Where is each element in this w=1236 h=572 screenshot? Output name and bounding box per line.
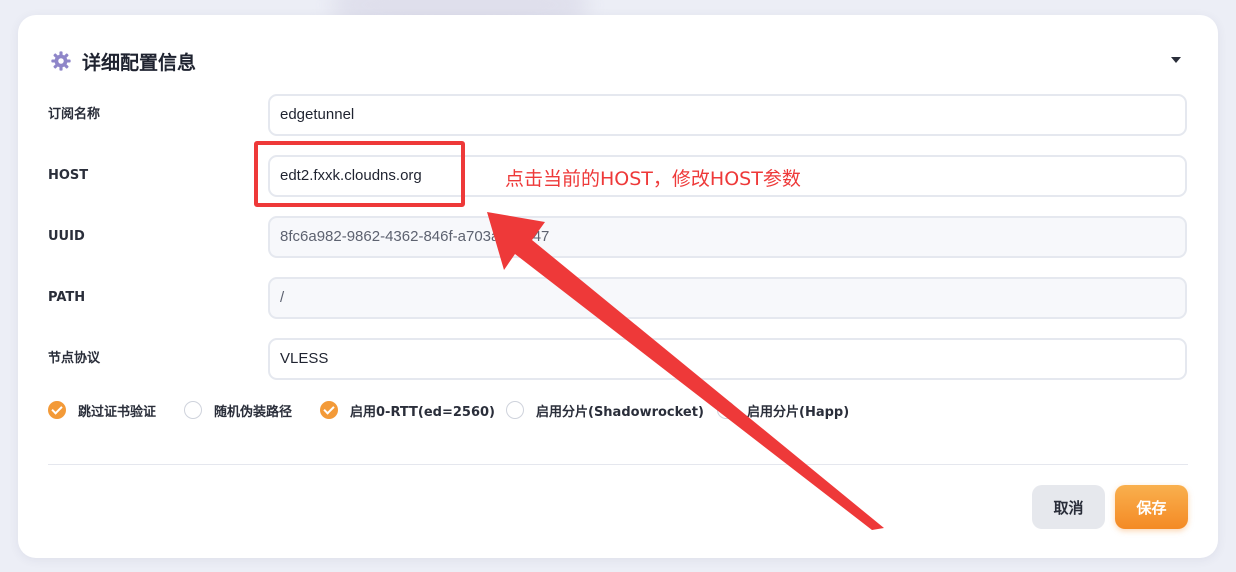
collapse-caret-icon[interactable] <box>1171 57 1181 63</box>
option-label: 随机伪装路径 <box>214 404 293 420</box>
subscription-name-input[interactable]: edgetunnel <box>268 94 1187 136</box>
option-label: 启用分片(Shadowrocket) <box>536 404 704 420</box>
checkbox[interactable] <box>320 401 338 419</box>
option-label: 启用分片(Happ) <box>747 404 850 420</box>
cancel-button[interactable]: 取消 <box>1032 485 1105 529</box>
option-label: 跳过证书验证 <box>78 404 157 420</box>
checkbox[interactable] <box>717 401 735 419</box>
gear-icon <box>51 51 71 71</box>
option-0rtt[interactable]: 启用0-RTT(ed=2560) <box>320 399 495 421</box>
option-label: 启用0-RTT(ed=2560) <box>350 404 495 420</box>
option-random-path[interactable]: 随机伪装路径 <box>184 399 292 421</box>
option-fragment-shadowrocket[interactable]: 启用分片(Shadowrocket) <box>506 399 704 421</box>
label-protocol: 节点协议 <box>48 351 101 366</box>
annotation-highlight-box <box>254 141 465 207</box>
checkbox[interactable] <box>506 401 524 419</box>
path-input[interactable]: / <box>268 277 1187 319</box>
option-skip-cert-verify[interactable]: 跳过证书验证 <box>48 399 156 421</box>
label-host: HOST <box>48 168 89 183</box>
protocol-input[interactable]: VLESS <box>268 338 1187 380</box>
card-header: 详细配置信息 <box>50 49 197 74</box>
label-uuid: UUID <box>48 229 85 244</box>
divider <box>48 464 1188 465</box>
checkbox[interactable] <box>48 401 66 419</box>
annotation-text: 点击当前的HOST，修改HOST参数 <box>505 168 801 190</box>
option-fragment-happ[interactable]: 启用分片(Happ) <box>717 399 849 421</box>
label-subscription-name: 订阅名称 <box>48 107 101 122</box>
config-card: 详细配置信息 订阅名称 edgetunnel HOST edt2.fxxk.cl… <box>18 15 1218 558</box>
label-path: PATH <box>48 290 86 305</box>
checkbox[interactable] <box>184 401 202 419</box>
save-button[interactable]: 保存 <box>1115 485 1188 529</box>
panel-title: 详细配置信息 <box>82 51 197 74</box>
uuid-input[interactable]: 8fc6a982-9862-4362-846f-a703a5a2e47 <box>268 216 1187 258</box>
